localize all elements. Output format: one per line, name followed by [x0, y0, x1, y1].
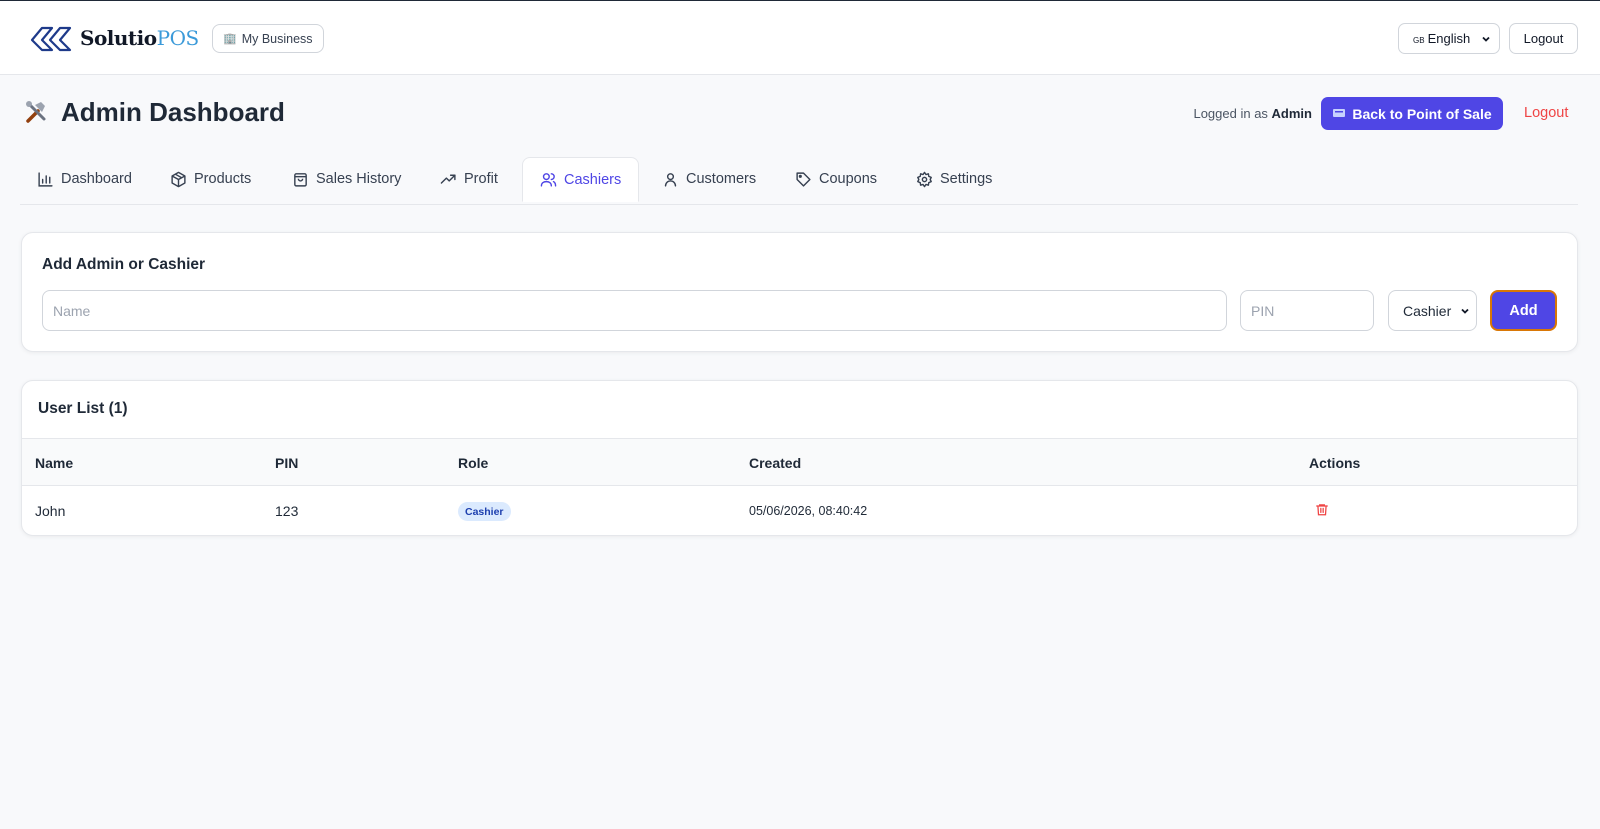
back-to-pos-label: Back to Point of Sale	[1352, 105, 1492, 122]
cart-icon	[1333, 109, 1346, 117]
language-label: English	[1427, 31, 1471, 46]
shopping-bag-icon	[294, 172, 307, 187]
tab-label: Settings	[940, 171, 993, 187]
tab-label: Products	[194, 171, 252, 187]
role-select[interactable]: Cashier	[1388, 290, 1477, 331]
pin-input[interactable]: PIN	[1240, 290, 1374, 331]
tab-label: Dashboard	[61, 171, 132, 187]
table-row: John 123 Cashier 05/06/2026, 08:40:42	[22, 486, 1577, 535]
tab-cashiers[interactable]: Cashiers	[522, 157, 640, 202]
column-header-name: Name	[35, 455, 74, 471]
logo-text: SolutioPOS	[80, 26, 199, 50]
role-badge: Cashier	[458, 502, 511, 521]
header-logout-link[interactable]: Logout	[1524, 105, 1568, 121]
my-business-label: My Business	[241, 31, 313, 46]
user-icon	[664, 172, 677, 187]
tab-label: Profit	[464, 171, 498, 187]
app-logo[interactable]: SolutioPOS	[28, 23, 199, 53]
column-header-role: Role	[458, 455, 489, 471]
logo-icon	[30, 26, 72, 52]
bar-chart-icon	[38, 171, 53, 187]
back-to-pos-button[interactable]: Back to Point of Sale	[1321, 97, 1503, 130]
tab-dashboard[interactable]: Dashboard	[37, 157, 132, 201]
box-icon	[171, 171, 186, 187]
flag-icon: GB	[1413, 36, 1425, 45]
tab-label: Coupons	[819, 171, 878, 187]
tools-icon	[23, 99, 50, 131]
table-header: Name PIN Role Created Actions	[22, 438, 1577, 486]
user-name-cell: John	[35, 503, 66, 519]
tab-label: Customers	[686, 171, 757, 187]
top-logout-button[interactable]: Logout	[1509, 23, 1578, 54]
tab-settings[interactable]: Settings	[916, 157, 992, 201]
user-list-title: User List (1)	[38, 400, 128, 417]
user-pin-cell: 123	[275, 503, 299, 519]
tab-label: Sales History	[316, 171, 402, 187]
tab-sales-history[interactable]: Sales History	[292, 157, 401, 201]
chevron-down-icon	[1461, 308, 1469, 314]
column-header-pin: PIN	[275, 455, 299, 471]
delete-user-button[interactable]	[1315, 502, 1329, 522]
name-placeholder: Name	[53, 302, 91, 319]
gear-icon	[917, 171, 932, 187]
user-list-card: User List (1) Name PIN Role Created Acti…	[21, 380, 1578, 536]
language-select[interactable]: GB English	[1398, 23, 1500, 54]
created-date-cell: 05/06/2026, 08:40:42	[749, 504, 868, 518]
add-user-button[interactable]: Add	[1490, 290, 1557, 331]
chevron-down-icon	[1482, 36, 1490, 42]
building-icon: 🏢	[223, 33, 237, 45]
logged-in-status: Logged in as Admin	[1193, 106, 1312, 121]
users-icon	[540, 173, 557, 187]
column-header-created: Created	[749, 455, 802, 471]
trash-icon	[1316, 504, 1328, 516]
trending-up-icon	[440, 174, 456, 184]
tab-bar: Dashboard Products Sales History Profit …	[20, 157, 1578, 205]
top-bar: SolutioPOS 🏢 My Business GB English Logou…	[0, 1, 1600, 75]
page-title: Admin Dashboard	[61, 97, 285, 127]
name-input[interactable]: Name	[42, 290, 1227, 331]
tag-icon	[796, 171, 811, 187]
pin-placeholder: PIN	[1251, 302, 1275, 319]
column-header-actions: Actions	[1309, 455, 1361, 471]
my-business-button[interactable]: 🏢 My Business	[212, 24, 324, 53]
tab-label: Cashiers	[564, 171, 622, 188]
tab-profit[interactable]: Profit	[440, 157, 498, 201]
add-user-title: Add Admin or Cashier	[42, 256, 206, 273]
tab-coupons[interactable]: Coupons	[795, 157, 877, 201]
add-user-card: Add Admin or Cashier Name PIN Cashier Ad…	[21, 232, 1578, 352]
tab-products[interactable]: Products	[170, 157, 251, 201]
role-selected-value: Cashier	[1403, 302, 1452, 319]
tab-customers[interactable]: Customers	[662, 157, 756, 201]
